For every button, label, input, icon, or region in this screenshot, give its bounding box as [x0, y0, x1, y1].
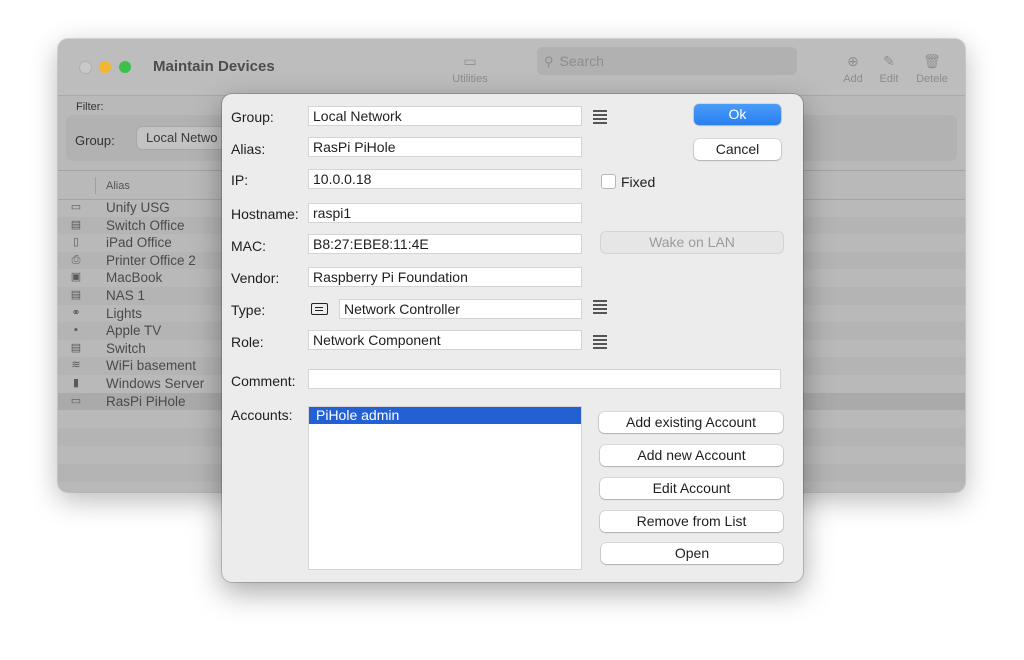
ok-button[interactable]: Ok	[694, 104, 781, 125]
group-menu-icon[interactable]	[593, 110, 607, 126]
switch-icon: ▤	[70, 341, 82, 354]
account-list-item[interactable]: PiHole admin	[309, 407, 581, 424]
printer-icon: ⎙	[71, 253, 81, 266]
hostname-label: Hostname:	[231, 206, 299, 222]
column-header-alias[interactable]: Alias	[106, 180, 130, 192]
alias-label: Alias:	[231, 141, 266, 157]
network-controller-icon	[311, 303, 328, 315]
utilities-toolbar-button[interactable]: ▭ Utilities	[448, 53, 492, 85]
role-menu-icon[interactable]	[593, 335, 607, 351]
fixed-checkbox[interactable]	[601, 174, 616, 189]
device-alias: Printer Office 2	[106, 252, 196, 268]
add-new-account-button[interactable]: Add new Account	[600, 445, 783, 466]
open-button[interactable]: Open	[601, 543, 783, 564]
lights-icon: ⚭	[71, 306, 81, 319]
wifi-icon: ≋	[71, 359, 81, 372]
edit-label: Edit	[879, 73, 899, 85]
remove-from-list-button[interactable]: Remove from List	[600, 511, 783, 532]
device-alias: Windows Server	[106, 375, 205, 391]
type-field[interactable]: Network Controller	[339, 299, 582, 319]
device-alias: MacBook	[106, 270, 163, 286]
add-toolbar-button[interactable]: ⊕ Add	[840, 53, 866, 85]
search-placeholder: Search	[559, 53, 604, 69]
search-field[interactable]: ⚲ Search	[537, 47, 797, 75]
edit-account-button[interactable]: Edit Account	[600, 478, 783, 499]
alias-field[interactable]: RasPi PiHole	[308, 137, 582, 157]
server-icon: ▮	[72, 376, 80, 389]
group-field[interactable]: Local Network	[308, 106, 582, 126]
search-icon: ⚲	[544, 54, 554, 69]
vendor-field[interactable]: Raspberry Pi Foundation	[308, 267, 582, 287]
device-edit-sheet: Group: Local Network Ok Cancel Alias: Ra…	[222, 94, 803, 582]
minimize-window-button[interactable]	[99, 61, 111, 73]
hostname-field[interactable]: raspi1	[308, 203, 582, 223]
ip-field[interactable]: 10.0.0.18	[308, 169, 582, 189]
cancel-button[interactable]: Cancel	[694, 139, 781, 160]
mac-field[interactable]: B8:27:EBE8:11:4E	[308, 234, 582, 254]
device-alias: Lights	[106, 305, 143, 321]
device-alias: Switch	[106, 340, 146, 356]
window-titlebar: Maintain Devices ▭ Utilities ⚲ Search ⊕ A…	[58, 39, 965, 96]
accounts-label: Accounts:	[231, 407, 293, 423]
device-alias: WiFi basement	[106, 358, 197, 374]
utilities-label: Utilities	[452, 73, 488, 85]
mac-label: MAC:	[231, 238, 266, 254]
role-label: Role:	[231, 334, 264, 350]
close-window-button[interactable]	[79, 61, 92, 74]
appletv-icon: ▪	[74, 324, 78, 337]
add-icon: ⊕	[847, 53, 859, 69]
role-field[interactable]: Network Component	[308, 330, 582, 350]
add-label: Add	[843, 73, 863, 85]
device-alias: RasPi PiHole	[106, 393, 186, 409]
device-alias: iPad Office	[106, 235, 172, 251]
group-label: Group:	[231, 109, 274, 125]
storage-icon: ▤	[70, 288, 82, 301]
edit-toolbar-button[interactable]: ✎ Edit	[875, 53, 903, 85]
comment-label: Comment:	[231, 373, 296, 389]
delete-toolbar-button[interactable]: 🗑︎ Detele	[912, 53, 952, 85]
network-controller-icon: ▭	[70, 201, 82, 213]
filter-label: Filter:	[76, 101, 104, 113]
edit-icon: ✎	[883, 53, 895, 69]
ip-label: IP:	[231, 172, 249, 188]
column-divider	[95, 177, 96, 194]
add-existing-account-button[interactable]: Add existing Account	[599, 412, 783, 433]
trash-icon: 🗑︎	[923, 53, 941, 69]
comment-field[interactable]	[308, 369, 781, 389]
type-menu-icon[interactable]	[593, 300, 607, 316]
zoom-window-button[interactable]	[119, 61, 131, 73]
switch-icon: ▤	[70, 218, 82, 231]
wake-on-lan-button[interactable]: Wake on LAN	[601, 232, 783, 253]
utilities-icon: ▭	[463, 53, 477, 69]
device-alias: NAS 1	[106, 287, 146, 303]
device-alias: Unify USG	[106, 200, 170, 215]
laptop-icon: ▣	[70, 271, 82, 284]
filter-group-label: Group:	[75, 133, 115, 148]
network-controller-icon: ▭	[70, 394, 82, 407]
accounts-list[interactable]: PiHole admin	[308, 406, 582, 570]
device-alias: Switch Office	[106, 217, 185, 233]
delete-label: Detele	[916, 73, 948, 85]
tablet-icon: ▯	[72, 236, 80, 249]
vendor-label: Vendor:	[231, 270, 280, 286]
type-label: Type:	[231, 302, 266, 318]
fixed-label: Fixed	[621, 174, 656, 190]
device-alias: Apple TV	[106, 323, 162, 339]
window-title: Maintain Devices	[153, 58, 275, 75]
